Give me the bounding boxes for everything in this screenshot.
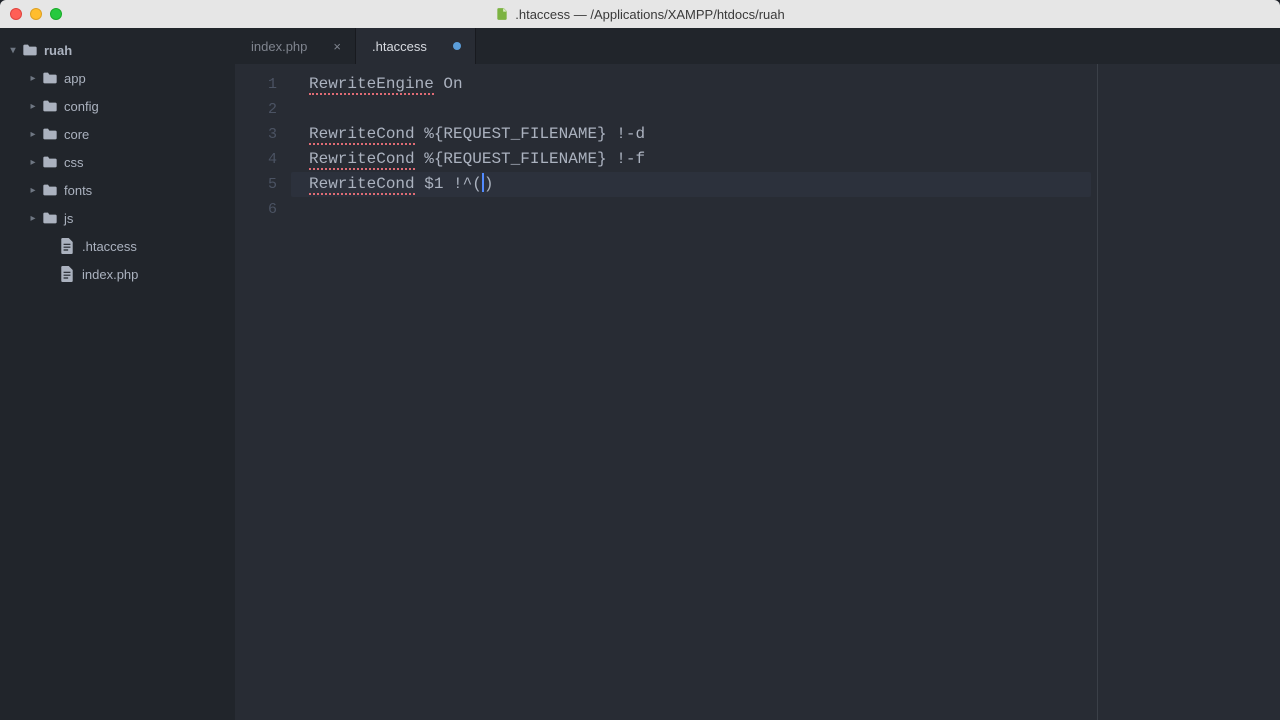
tree-root[interactable]: ruah (0, 36, 235, 64)
chevron-right-icon (28, 185, 38, 196)
tab-label: .htaccess (372, 39, 427, 54)
tree-item-label: .htaccess (82, 239, 137, 254)
tree-item-label: js (64, 211, 73, 226)
tree-file[interactable]: index.php (0, 260, 235, 288)
code-editor[interactable]: 123456 RewriteEngine On RewriteCond %{RE… (235, 64, 1280, 720)
tree-folder[interactable]: js (0, 204, 235, 232)
window-title-text: .htaccess — /Applications/XAMPP/htdocs/r… (515, 7, 785, 22)
line-number: 5 (235, 172, 277, 197)
code-content[interactable]: RewriteEngine On RewriteCond %{REQUEST_F… (291, 64, 1091, 720)
editor-area: index.php × .htaccess 123456 RewriteEngine… (235, 28, 1280, 720)
tree-file[interactable]: .htaccess (0, 232, 235, 260)
dirty-indicator-icon[interactable] (453, 42, 461, 50)
code-line[interactable]: RewriteEngine On (309, 75, 463, 95)
chevron-right-icon (28, 213, 38, 224)
tree-item-label: index.php (82, 267, 138, 282)
code-line[interactable]: RewriteCond $1 !^() (291, 172, 1091, 197)
folder-icon (42, 155, 58, 169)
chevron-right-icon (28, 73, 38, 84)
chevron-down-icon (8, 45, 18, 56)
folder-icon (42, 183, 58, 197)
editor-window: .htaccess — /Applications/XAMPP/htdocs/r… (0, 0, 1280, 720)
tree-folder[interactable]: css (0, 148, 235, 176)
tree-item-label: fonts (64, 183, 92, 198)
chevron-right-icon (28, 129, 38, 140)
window-title: .htaccess — /Applications/XAMPP/htdocs/r… (0, 7, 1280, 22)
file-tree[interactable]: ruah app config core css fonts js .htacc… (0, 28, 235, 720)
tree-folder[interactable]: app (0, 64, 235, 92)
folder-icon (42, 71, 58, 85)
window-controls (10, 8, 62, 20)
window-minimize-button[interactable] (30, 8, 42, 20)
file-icon (60, 238, 74, 254)
code-line[interactable] (309, 100, 319, 118)
wrap-guide (1097, 64, 1098, 720)
chevron-right-icon (28, 101, 38, 112)
line-number: 6 (235, 197, 277, 222)
file-icon (60, 266, 74, 282)
folder-icon (42, 99, 58, 113)
file-icon (495, 7, 509, 21)
line-number: 2 (235, 97, 277, 122)
gutter: 123456 (235, 64, 291, 720)
tree-item-label: core (64, 127, 89, 142)
tabbar: index.php × .htaccess (235, 28, 1280, 64)
tab-label: index.php (251, 39, 307, 54)
folder-icon (22, 43, 38, 57)
window-close-button[interactable] (10, 8, 22, 20)
chevron-right-icon (28, 157, 38, 168)
line-number: 4 (235, 147, 277, 172)
close-icon[interactable]: × (333, 39, 341, 54)
folder-icon (42, 127, 58, 141)
code-line[interactable]: RewriteCond %{REQUEST_FILENAME} !-f (309, 150, 645, 170)
tree-folder[interactable]: fonts (0, 176, 235, 204)
tree-root-label: ruah (44, 43, 72, 58)
window-maximize-button[interactable] (50, 8, 62, 20)
folder-icon (42, 211, 58, 225)
tab--htaccess[interactable]: .htaccess (356, 28, 476, 64)
line-number: 3 (235, 122, 277, 147)
text-cursor (482, 173, 484, 192)
line-number: 1 (235, 72, 277, 97)
tree-item-label: app (64, 71, 86, 86)
tab-index-php[interactable]: index.php × (235, 28, 356, 64)
tree-item-label: config (64, 99, 99, 114)
titlebar: .htaccess — /Applications/XAMPP/htdocs/r… (0, 0, 1280, 28)
code-line[interactable]: RewriteCond %{REQUEST_FILENAME} !-d (309, 125, 645, 145)
code-line[interactable] (309, 225, 319, 243)
tree-folder[interactable]: core (0, 120, 235, 148)
tree-item-label: css (64, 155, 84, 170)
body-split: ruah app config core css fonts js .htacc… (0, 28, 1280, 720)
tree-folder[interactable]: config (0, 92, 235, 120)
